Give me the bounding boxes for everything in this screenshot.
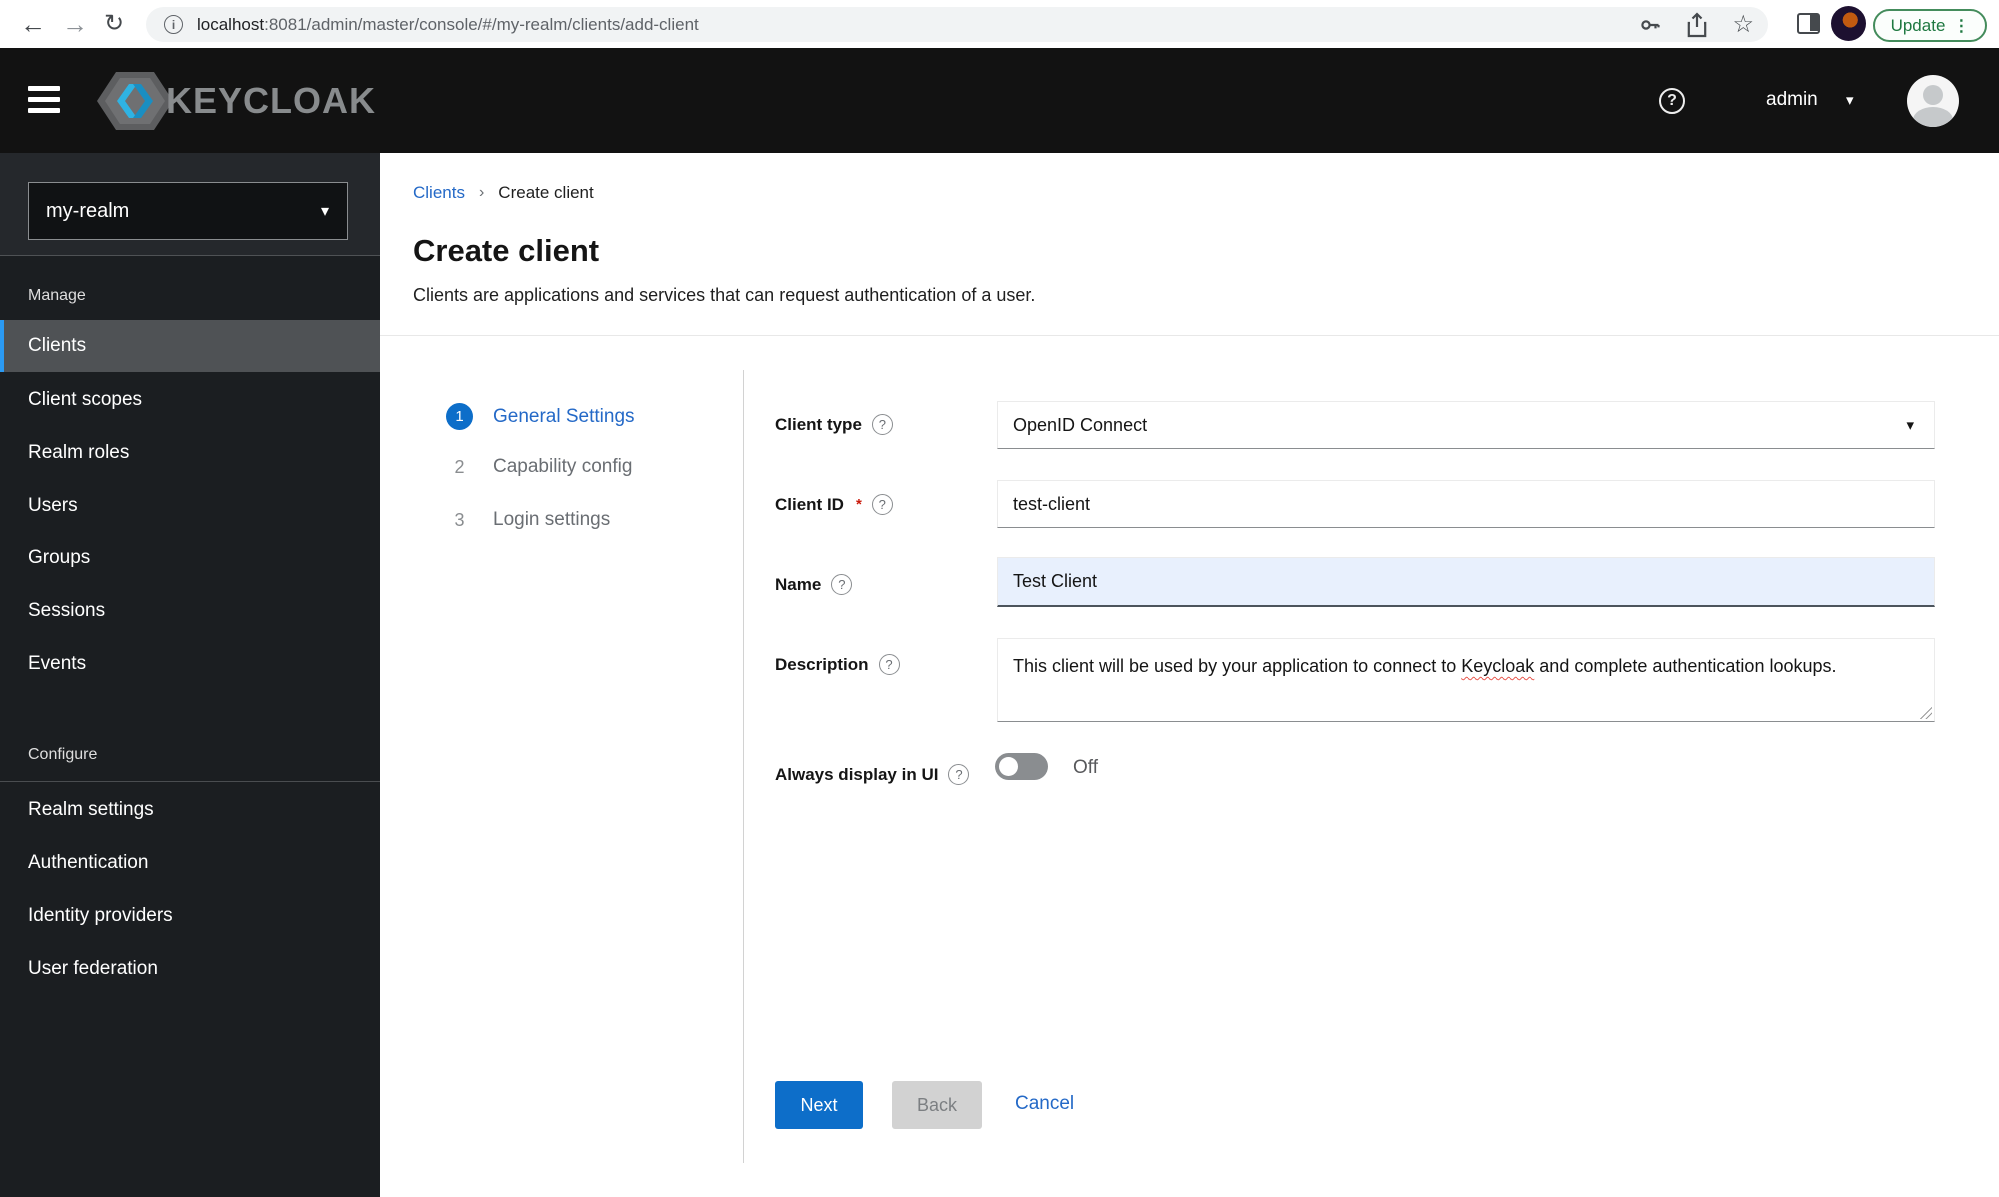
page-title: Create client	[413, 233, 600, 268]
wizard-divider	[743, 370, 744, 1163]
always-display-label: Always display in UI ?	[775, 764, 970, 785]
client-type-help-icon[interactable]: ?	[871, 414, 893, 435]
next-button[interactable]: Next	[775, 1081, 863, 1129]
sidebar: my-realm ▾ Manage Clients Client scopes …	[0, 153, 380, 1197]
header-divider	[380, 335, 1999, 336]
sidebar-section-divider	[0, 781, 380, 782]
share-icon[interactable]	[1686, 11, 1708, 38]
realm-caret-icon: ▾	[320, 203, 329, 220]
sidebar-item-users[interactable]: Users	[0, 480, 380, 532]
current-realm-name: my-realm	[46, 199, 130, 222]
keycloak-brand-text: KEYCLOAK	[166, 80, 377, 121]
sidebar-item-sessions[interactable]: Sessions	[0, 585, 380, 637]
browser-forward-icon[interactable]: →	[62, 0, 88, 48]
nav-section-configure: Configure	[28, 746, 98, 763]
client-id-value: test-client	[1013, 493, 1091, 514]
client-type-label: Client type ?	[775, 414, 893, 435]
url-host: localhost	[197, 14, 265, 34]
step-3-number: 3	[454, 509, 465, 530]
client-id-input[interactable]: test-client	[997, 480, 1935, 528]
breadcrumb-current: Create client	[498, 183, 594, 202]
browser-toolbar: ← → ↻ i localhost:8081/admin/master/cons…	[0, 0, 1999, 48]
client-type-value: OpenID Connect	[1013, 414, 1148, 435]
sidebar-item-clients[interactable]: Clients	[0, 320, 380, 372]
nav-toggle-hamburger-icon[interactable]	[28, 86, 60, 114]
name-label: Name ?	[775, 574, 853, 595]
toggle-knob	[999, 757, 1018, 776]
sidebar-item-identity-providers[interactable]: Identity providers	[0, 890, 380, 942]
update-label: Update	[1890, 15, 1946, 35]
breadcrumb-separator-icon: ›	[478, 184, 485, 201]
always-display-help-icon[interactable]: ?	[948, 764, 970, 785]
main-content: Clients › Create client Create client Cl…	[380, 153, 1999, 1197]
textarea-resize-grip-icon[interactable]	[1920, 707, 1932, 719]
breadcrumb-clients-link[interactable]: Clients	[413, 183, 465, 203]
user-menu[interactable]: admin	[1766, 89, 1818, 111]
wizard-step-login-settings[interactable]: 3 Login settings	[446, 509, 610, 531]
client-type-select[interactable]: OpenID Connect ▾	[997, 401, 1935, 449]
name-help-icon[interactable]: ?	[831, 574, 853, 595]
always-display-state: Off	[1073, 757, 1098, 778]
user-avatar[interactable]	[1907, 75, 1959, 127]
description-label: Description ?	[775, 654, 900, 675]
user-menu-caret-icon[interactable]: ▾	[1846, 91, 1854, 109]
client-id-label: Client ID * ?	[775, 494, 893, 515]
sidebar-item-client-scopes[interactable]: Client scopes	[0, 374, 380, 426]
spellcheck-flagged-word: Keycloak	[1461, 656, 1535, 676]
page-subtitle: Clients are applications and services th…	[413, 285, 1036, 305]
keycloak-logo[interactable]: KEYCLOAK	[96, 70, 376, 132]
back-button[interactable]: Back	[892, 1081, 982, 1129]
side-panel-icon[interactable]	[1797, 13, 1820, 34]
password-key-icon[interactable]	[1638, 13, 1662, 37]
bookmark-star-icon[interactable]: ☆	[1732, 12, 1754, 37]
always-display-toggle[interactable]	[995, 753, 1048, 780]
realm-selector-block: my-realm ▾	[0, 153, 380, 256]
required-asterisk: *	[855, 496, 862, 513]
sidebar-item-realm-settings[interactable]: Realm settings	[0, 784, 380, 836]
realm-selector[interactable]: my-realm ▾	[28, 182, 348, 240]
keycloak-logo-icon	[97, 72, 173, 130]
step-2-number: 2	[454, 456, 465, 477]
site-info-icon[interactable]: i	[164, 15, 183, 34]
browser-update-button[interactable]: Update ⋮	[1873, 9, 1987, 42]
cancel-link[interactable]: Cancel	[1015, 1093, 1074, 1115]
browser-menu-dots-icon[interactable]: ⋮	[1953, 16, 1969, 36]
client-type-caret-icon: ▾	[1906, 417, 1914, 434]
client-id-help-icon[interactable]: ?	[871, 494, 893, 515]
browser-back-icon[interactable]: ←	[20, 0, 46, 48]
description-help-icon[interactable]: ?	[878, 654, 900, 675]
sidebar-item-events[interactable]: Events	[0, 638, 380, 690]
wizard-step-capability-config[interactable]: 2 Capability config	[446, 456, 632, 478]
url-path: :8081/admin/master/console/#/my-realm/cl…	[264, 14, 699, 34]
nav-section-manage: Manage	[28, 287, 86, 304]
sidebar-item-realm-roles[interactable]: Realm roles	[0, 427, 380, 479]
sidebar-item-groups[interactable]: Groups	[0, 532, 380, 584]
description-textarea[interactable]: This client will be used by your applica…	[997, 638, 1935, 722]
name-input[interactable]: Test Client	[997, 557, 1935, 607]
keycloak-masthead: KEYCLOAK ? admin ▾	[0, 48, 1999, 153]
step-1-badge: 1	[446, 403, 473, 430]
address-bar[interactable]: i localhost:8081/admin/master/console/#/…	[146, 7, 1768, 42]
browser-profile-avatar[interactable]	[1831, 6, 1866, 41]
sidebar-item-user-federation[interactable]: User federation	[0, 943, 380, 995]
browser-reload-icon[interactable]: ↻	[104, 0, 124, 48]
url-text[interactable]: localhost:8081/admin/master/console/#/my…	[197, 15, 699, 35]
wizard-step-general-settings[interactable]: 1 General Settings	[446, 403, 635, 430]
help-icon[interactable]: ?	[1659, 88, 1685, 114]
name-value: Test Client	[1013, 571, 1098, 591]
sidebar-item-authentication[interactable]: Authentication	[0, 837, 380, 889]
breadcrumb: Clients › Create client	[413, 183, 594, 203]
